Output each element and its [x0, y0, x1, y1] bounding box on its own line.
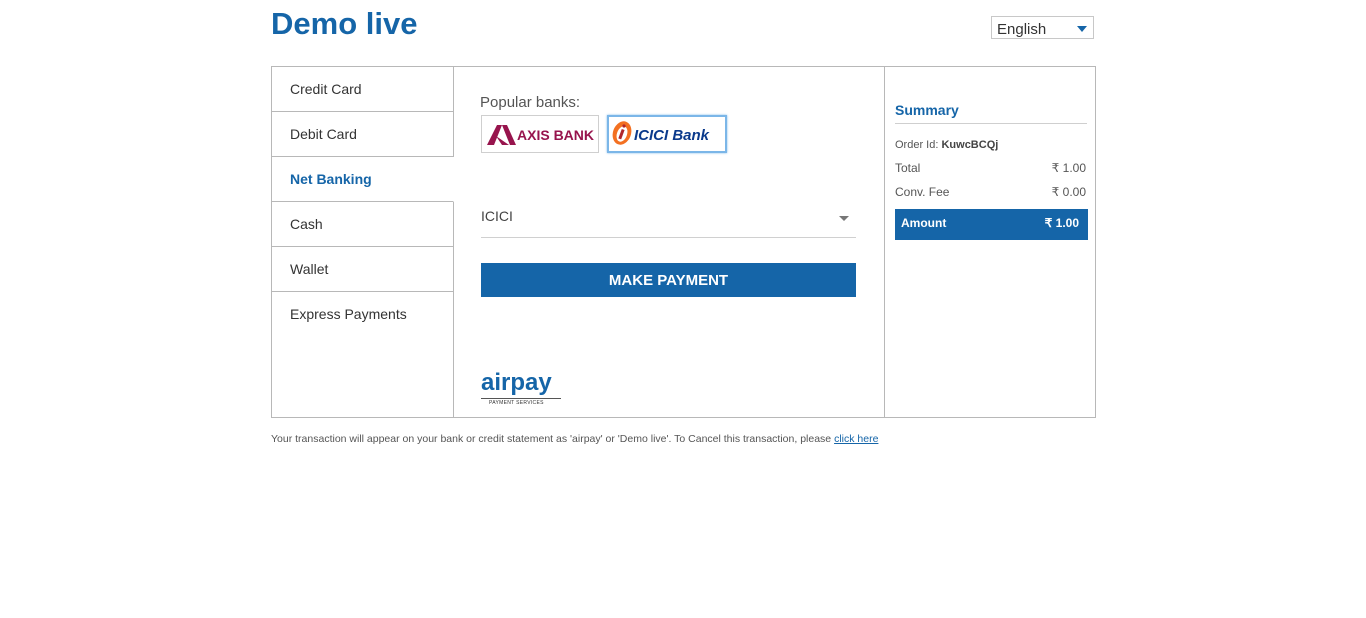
airpay-logo: airpay PAYMENT SERVICES [481, 369, 565, 409]
fee-label: Conv. Fee [895, 185, 950, 199]
total-label: Total [895, 161, 921, 175]
language-select[interactable]: English [991, 16, 1094, 39]
airpay-logo-text: airpay [481, 369, 552, 396]
bank-dropdown[interactable]: ICICI [481, 201, 856, 238]
axis-bank-logo: AXIS BANK [487, 125, 594, 145]
tab-credit-card[interactable]: Credit Card [272, 67, 453, 112]
bank-dropdown-value: ICICI [481, 208, 513, 224]
popular-banks-label: Popular banks: [480, 94, 581, 111]
chevron-down-icon [839, 216, 849, 221]
airpay-logo-subtitle: PAYMENT SERVICES [489, 400, 544, 406]
statement-notice-text: Your transaction will appear on your ban… [271, 433, 835, 445]
summary-title: Summary [895, 102, 1087, 124]
chevron-down-icon [1077, 26, 1087, 32]
icici-bank-logo: ICICI Bank [612, 121, 710, 145]
logo-divider [481, 398, 561, 399]
order-id-value: KuwcBCQj [941, 139, 999, 151]
axis-bank-name: AXIS BANK [517, 127, 594, 143]
order-id-label: Order Id: [895, 139, 939, 151]
payment-method-tabs: Credit Card Debit Card Net Banking Cash … [272, 67, 454, 417]
axis-bank-option[interactable]: AXIS BANK [481, 115, 599, 153]
language-value: English [997, 21, 1047, 38]
tab-net-banking[interactable]: Net Banking [272, 157, 454, 202]
tab-cash[interactable]: Cash [272, 202, 453, 247]
order-summary: Summary Order Id: KuwcBCQj Total ₹ 1.00 … [884, 67, 1096, 417]
merchant-title: Demo live [271, 6, 418, 41]
fee-value: ₹ 0.00 [1051, 185, 1086, 199]
icici-bank-option[interactable]: ICICI Bank [607, 115, 727, 153]
order-id: Order Id: KuwcBCQj [895, 139, 998, 151]
amount-value: ₹ 1.00 [1044, 216, 1079, 230]
make-payment-button[interactable]: MAKE PAYMENT [481, 263, 856, 297]
total-row: Total ₹ 1.00 [895, 161, 1086, 175]
icici-bank-name: ICICI Bank [634, 127, 710, 144]
tab-debit-card[interactable]: Debit Card [272, 112, 453, 157]
amount-label: Amount [901, 216, 947, 230]
total-value: ₹ 1.00 [1051, 161, 1086, 175]
fee-row: Conv. Fee ₹ 0.00 [895, 185, 1086, 199]
statement-notice: Your transaction will appear on your ban… [271, 433, 878, 445]
cancel-link[interactable]: click here [834, 433, 878, 445]
amount-row: Amount ₹ 1.00 [895, 209, 1088, 240]
tab-express-payments[interactable]: Express Payments [272, 292, 453, 336]
payment-panel: Credit Card Debit Card Net Banking Cash … [271, 66, 1096, 418]
tab-wallet[interactable]: Wallet [272, 247, 453, 292]
net-banking-content: Popular banks: AXIS BANK ICICI Bank ICIC… [454, 67, 884, 417]
